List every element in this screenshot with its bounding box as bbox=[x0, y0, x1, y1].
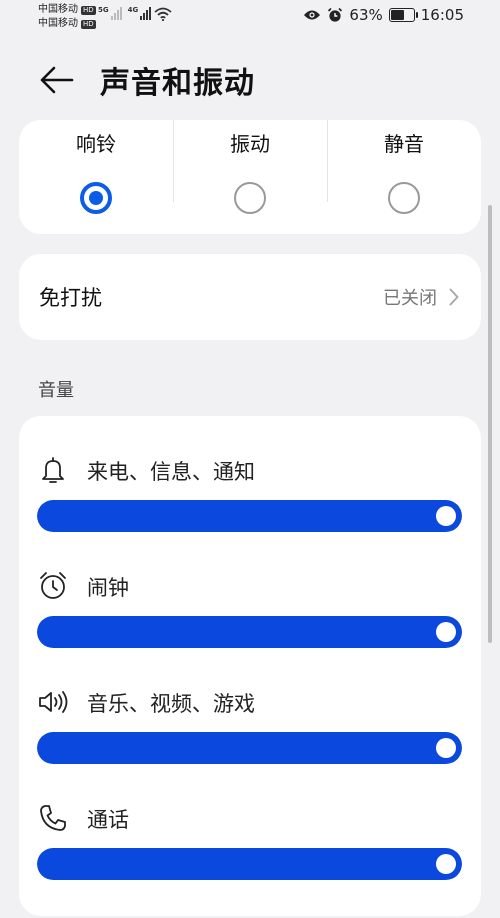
volume-row-notifications: 来电、信息、通知 bbox=[19, 454, 481, 570]
mode-radio-vibrate[interactable] bbox=[234, 182, 266, 214]
volume-label: 来电、信息、通知 bbox=[87, 460, 255, 484]
slider-fill bbox=[37, 500, 462, 532]
mode-radio-ring[interactable] bbox=[80, 182, 112, 214]
volume-label: 闹钟 bbox=[87, 576, 129, 600]
hd-badge: HD bbox=[81, 5, 96, 15]
eye-icon bbox=[304, 10, 321, 20]
mode-ring[interactable]: 响铃 bbox=[19, 120, 173, 234]
volume-row-call: 通话 bbox=[19, 802, 481, 918]
slider-fill bbox=[37, 732, 462, 764]
scrollbar[interactable] bbox=[488, 205, 492, 643]
battery-percent: 63% bbox=[349, 6, 383, 24]
status-bar: 中国移动 HD 中国移动 HD 5G 4G 63% 16:05 bbox=[0, 0, 500, 36]
slider-thumb[interactable] bbox=[436, 622, 456, 642]
dnd-status: 已关闭 bbox=[383, 288, 437, 309]
alarm-clock-icon bbox=[40, 572, 66, 599]
slider-thumb[interactable] bbox=[436, 738, 456, 758]
clock: 16:05 bbox=[420, 6, 464, 24]
network-type-2: 4G bbox=[127, 6, 139, 14]
volume-slider-call[interactable] bbox=[37, 848, 462, 880]
do-not-disturb-row[interactable]: 免打扰 已关闭 bbox=[19, 254, 481, 340]
bell-icon bbox=[42, 457, 64, 483]
sound-mode-selector: 响铃 振动 静音 bbox=[19, 120, 481, 234]
mode-radio-silent[interactable] bbox=[388, 182, 420, 214]
volume-slider-alarm[interactable] bbox=[37, 616, 462, 648]
mode-vibrate[interactable]: 振动 bbox=[173, 120, 327, 234]
wifi-icon bbox=[154, 7, 172, 21]
chevron-right-icon bbox=[449, 288, 459, 306]
page-header: 声音和振动 bbox=[0, 50, 500, 110]
hd-badge: HD bbox=[81, 19, 96, 29]
back-arrow-icon[interactable] bbox=[36, 60, 76, 100]
volume-card: 来电、信息、通知 闹钟 音乐、视频、游戏 通话 bbox=[19, 416, 481, 916]
slider-thumb[interactable] bbox=[436, 506, 456, 526]
mode-label: 振动 bbox=[230, 132, 270, 156]
volume-label: 通话 bbox=[87, 808, 129, 832]
speaker-icon bbox=[39, 691, 68, 713]
dnd-label: 免打扰 bbox=[39, 286, 102, 310]
carrier-name-2: 中国移动 bbox=[38, 18, 78, 29]
slider-thumb[interactable] bbox=[436, 854, 456, 874]
volume-label: 音乐、视频、游戏 bbox=[87, 692, 255, 716]
carrier-name-1: 中国移动 bbox=[38, 4, 78, 15]
mode-label: 响铃 bbox=[76, 132, 116, 156]
signal-icon bbox=[110, 6, 122, 20]
status-right: 63% 16:05 bbox=[303, 6, 464, 24]
network-type-1: 5G bbox=[98, 6, 109, 14]
phone-icon bbox=[40, 805, 66, 831]
volume-section-title: 音量 bbox=[38, 380, 74, 401]
page-title: 声音和振动 bbox=[100, 66, 255, 101]
mode-silent[interactable]: 静音 bbox=[327, 120, 481, 234]
volume-slider-notifications[interactable] bbox=[37, 500, 462, 532]
battery-icon bbox=[388, 8, 418, 22]
battery-level bbox=[390, 10, 404, 20]
volume-row-alarm: 闹钟 bbox=[19, 570, 481, 686]
carrier-info: 中国移动 HD 中国移动 HD bbox=[38, 3, 96, 31]
volume-slider-media[interactable] bbox=[37, 732, 462, 764]
alarm-status-icon bbox=[328, 7, 343, 22]
volume-row-media: 音乐、视频、游戏 bbox=[19, 686, 481, 802]
signal-indicators: 5G 4G bbox=[98, 6, 152, 20]
slider-fill bbox=[37, 616, 462, 648]
mode-label: 静音 bbox=[384, 132, 424, 156]
slider-fill bbox=[37, 848, 462, 880]
signal-icon bbox=[140, 6, 152, 20]
